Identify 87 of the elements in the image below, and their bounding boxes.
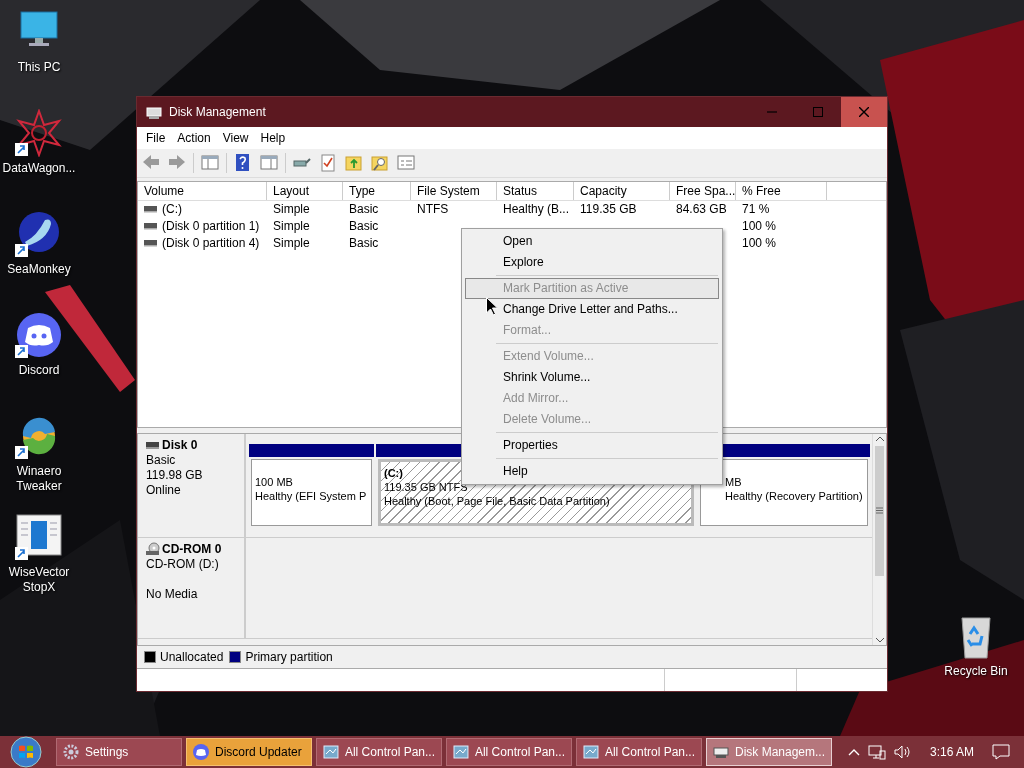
window-title: Disk Management bbox=[169, 105, 267, 119]
windows-logo-icon bbox=[10, 736, 42, 768]
star-icon[interactable] bbox=[15, 109, 63, 157]
discord-icon bbox=[193, 744, 209, 760]
notification-icon[interactable] bbox=[992, 744, 1010, 760]
disk-type: CD-ROM (D:) bbox=[146, 556, 220, 572]
taskbar-button[interactable]: Settings bbox=[56, 738, 182, 766]
desktop-icon-label[interactable]: Winaero Tweaker bbox=[1, 464, 77, 494]
drive-icon bbox=[144, 205, 158, 214]
partition-size: MB bbox=[725, 474, 742, 489]
menu-item[interactable]: View bbox=[216, 130, 255, 145]
table-cell: (Disk 0 partition 1) bbox=[162, 219, 260, 234]
drive-icon bbox=[144, 239, 158, 248]
table-cell: (Disk 0 partition 4) bbox=[162, 236, 260, 251]
disk-status: No Media bbox=[146, 586, 199, 602]
table-cell-text: Basic bbox=[348, 202, 380, 217]
legend-label: Primary partition bbox=[245, 650, 333, 665]
disk-status: Online bbox=[146, 482, 182, 498]
table-cell-text: Simple bbox=[272, 219, 311, 234]
discord-icon[interactable] bbox=[15, 311, 63, 359]
disk-drive-icon bbox=[713, 744, 729, 760]
folder-search-icon[interactable] bbox=[370, 153, 390, 173]
minimize-icon bbox=[767, 111, 777, 113]
disk-name: CD-ROM 0 bbox=[162, 541, 222, 557]
cd-drive-icon bbox=[146, 542, 160, 557]
checklist-icon[interactable] bbox=[318, 153, 338, 173]
disk-size: 119.98 GB bbox=[146, 467, 204, 483]
close-button[interactable] bbox=[841, 97, 887, 127]
control-panel-icon bbox=[583, 744, 599, 760]
taskbar-button[interactable]: Disk Managem... bbox=[706, 738, 832, 766]
taskbar-button[interactable]: All Control Pan... bbox=[316, 738, 442, 766]
close-icon bbox=[859, 107, 869, 117]
table-cell-text: 119.35 GB bbox=[579, 202, 638, 217]
scrollbar[interactable] bbox=[872, 433, 886, 646]
legend-label: Unallocated bbox=[160, 650, 224, 665]
chevron-up-icon[interactable] bbox=[847, 748, 860, 756]
desktop-icon-label[interactable]: Recycle Bin bbox=[938, 664, 1014, 679]
table-cell-text: 84.63 GB bbox=[675, 202, 728, 217]
menu-item[interactable]: Open bbox=[465, 231, 719, 252]
partition-status: Healthy (Boot, Page File, Basic Data Partition) bbox=[384, 493, 610, 508]
network-icon[interactable] bbox=[867, 744, 886, 760]
desktop-icon-label[interactable]: DataWagon... bbox=[1, 161, 77, 176]
menu-item[interactable]: Properties bbox=[465, 435, 719, 456]
table-cell-text: Healthy (B... bbox=[502, 202, 571, 217]
document-icon[interactable] bbox=[15, 513, 63, 561]
drive-icon bbox=[144, 222, 158, 231]
table-cell-text: NTFS bbox=[416, 202, 450, 217]
menu-item[interactable]: Explore bbox=[465, 252, 719, 273]
clock[interactable]: 3:16 AM bbox=[929, 745, 974, 759]
partition-block[interactable]: 100 MB Healthy (EFI System P bbox=[251, 458, 372, 526]
disk-drive-icon bbox=[146, 440, 160, 451]
partition-block[interactable]: MB Healthy (Recovery Partition) bbox=[700, 458, 868, 526]
menu-item[interactable]: Help bbox=[254, 130, 292, 145]
disk-type: Basic bbox=[146, 452, 177, 468]
partition-size: 100 MB bbox=[255, 474, 293, 489]
partition-label: (C:) bbox=[384, 465, 403, 480]
taskbar-button[interactable]: All Control Pan... bbox=[446, 738, 572, 766]
taskbar-button[interactable]: All Control Pan... bbox=[576, 738, 702, 766]
table-cell-text: 100 % bbox=[741, 236, 778, 251]
table-cell-text: Basic bbox=[348, 219, 380, 234]
table-cell-text: 100 % bbox=[741, 219, 778, 234]
volume-icon[interactable] bbox=[893, 744, 912, 760]
taskbar-button[interactable]: Discord Updater bbox=[186, 738, 312, 766]
table-cell-text: 71 % bbox=[741, 202, 771, 217]
desktop-icon-label[interactable]: WiseVector StopX bbox=[1, 565, 77, 595]
partition-status: Healthy (Recovery Partition) bbox=[725, 488, 863, 503]
disk-name: Disk 0 bbox=[162, 437, 198, 453]
table-cell-text: Basic bbox=[348, 236, 380, 251]
table-cell: (C:) bbox=[162, 202, 182, 217]
gear-icon bbox=[63, 744, 79, 760]
table-cell-text: Simple bbox=[272, 202, 311, 217]
cursor-icon bbox=[486, 297, 498, 316]
menu-item[interactable]: Shrink Volume... bbox=[465, 367, 719, 388]
desktop-icon-label[interactable]: SeaMonkey bbox=[1, 262, 77, 277]
menu-item[interactable]: Change Drive Letter and Paths... bbox=[465, 299, 719, 320]
grip-icon bbox=[876, 507, 883, 515]
disk-drive-icon bbox=[145, 104, 163, 120]
control-panel-icon bbox=[453, 744, 469, 760]
desktop-icon-label[interactable]: Discord bbox=[1, 363, 77, 378]
desktop-icon-label[interactable]: This PC bbox=[1, 60, 77, 75]
table-cell-text: Simple bbox=[272, 236, 311, 251]
maximize-icon bbox=[813, 107, 823, 117]
menu-item[interactable]: Action bbox=[171, 130, 217, 145]
partition-status: Healthy (EFI System P bbox=[255, 488, 367, 503]
control-panel-icon bbox=[323, 744, 339, 760]
menu-item[interactable]: File bbox=[140, 130, 172, 145]
folder-up-icon[interactable] bbox=[344, 153, 364, 173]
